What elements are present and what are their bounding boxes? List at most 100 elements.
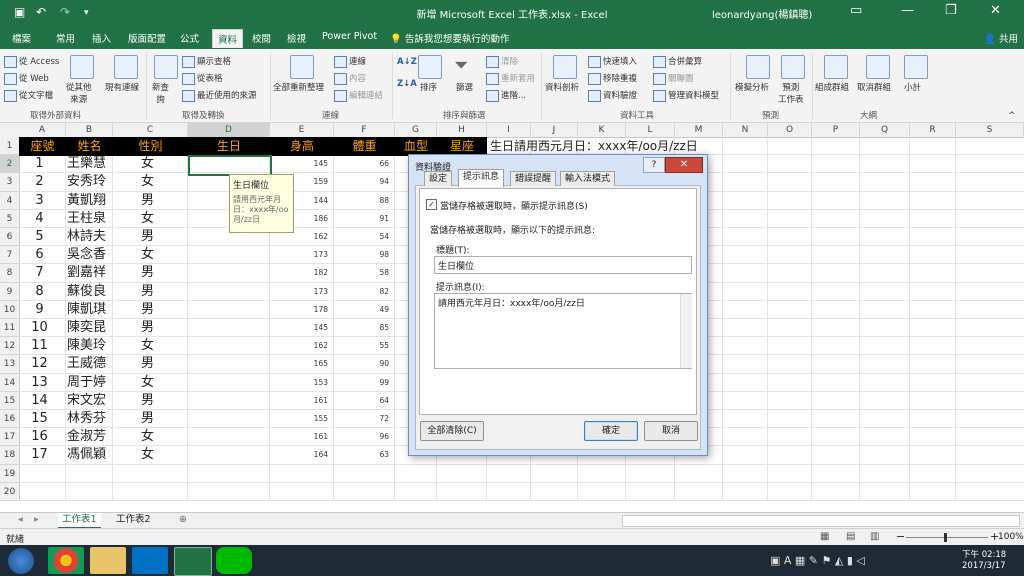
- reapply-button[interactable]: 重新套用: [486, 72, 535, 85]
- row-header[interactable]: 3: [0, 173, 20, 192]
- tray-icons[interactable]: ▣ A ▦ ✎ ⚑ ◭ ▮ ◁: [770, 554, 865, 567]
- cell-name[interactable]: 金淑芳: [66, 428, 107, 446]
- ungroup-button[interactable]: 取消群組: [857, 81, 891, 93]
- column-header-g[interactable]: G: [395, 123, 437, 138]
- cell-h[interactable]: 182: [270, 264, 328, 282]
- cell-n[interactable]: 15: [19, 410, 60, 428]
- column-header-c[interactable]: C: [113, 123, 188, 138]
- tab-review[interactable]: 校閱: [252, 31, 271, 45]
- show-message-label[interactable]: 當儲存格被選取時，顯示提示訊息(S): [440, 199, 588, 212]
- tab-insert[interactable]: 插入: [92, 31, 111, 45]
- dialog-tab-settings[interactable]: 設定: [424, 171, 453, 186]
- cell-n[interactable]: 12: [19, 355, 60, 373]
- cell-name[interactable]: 馮佩穎: [66, 446, 107, 464]
- row-header[interactable]: 14: [0, 373, 20, 392]
- cell-w[interactable]: 54: [334, 228, 389, 246]
- header-cell[interactable]: 體重: [334, 137, 395, 156]
- row-header[interactable]: 17: [0, 428, 20, 447]
- forecast-sheet-button[interactable]: 預測 工作表: [778, 81, 804, 105]
- collapse-ribbon-icon[interactable]: ^: [1008, 111, 1016, 121]
- cell-w[interactable]: 90: [334, 355, 389, 373]
- row-header[interactable]: 5: [0, 209, 20, 228]
- cell-name[interactable]: 宋文宏: [66, 392, 107, 410]
- cell-w[interactable]: 99: [334, 374, 389, 392]
- row-header[interactable]: 8: [0, 264, 20, 283]
- cell-sex[interactable]: 男: [113, 228, 182, 246]
- cell-n[interactable]: 6: [19, 246, 60, 264]
- cell-n[interactable]: 16: [19, 428, 60, 446]
- row-header[interactable]: 6: [0, 228, 20, 247]
- dialog-tab-ime-mode[interactable]: 輸入法模式: [560, 171, 616, 186]
- cell-name[interactable]: 蘇俊良: [66, 283, 107, 301]
- row-header[interactable]: 4: [0, 191, 20, 210]
- cell-sex[interactable]: 男: [113, 319, 182, 337]
- existing-connections-button[interactable]: 現有連線: [105, 81, 139, 93]
- advanced-button[interactable]: 進階...: [486, 89, 526, 102]
- row-header[interactable]: 2: [0, 155, 20, 174]
- tab-page-layout[interactable]: 版面配置: [128, 31, 166, 45]
- cell-name[interactable]: 林詩夫: [66, 228, 107, 246]
- column-header-o[interactable]: O: [768, 123, 812, 138]
- tab-home[interactable]: 常用: [56, 31, 75, 45]
- row-header[interactable]: 18: [0, 446, 20, 465]
- tab-view[interactable]: 檢視: [287, 31, 306, 45]
- chrome-icon[interactable]: [48, 547, 84, 574]
- clear-all-button[interactable]: 全部清除(C): [420, 421, 484, 441]
- cell-sex[interactable]: 女: [113, 155, 182, 173]
- cell-w[interactable]: 96: [334, 428, 389, 446]
- group-button[interactable]: 組成群組: [815, 81, 849, 93]
- cell-w[interactable]: 58: [334, 264, 389, 282]
- column-header-h[interactable]: H: [437, 123, 487, 138]
- cell-n[interactable]: 1: [19, 155, 60, 173]
- message-textarea[interactable]: 請用西元年月日：xxxx年/oo月/zz日: [434, 293, 692, 369]
- header-cell[interactable]: 生日: [188, 137, 270, 156]
- cell-n[interactable]: 14: [19, 392, 60, 410]
- column-header-n[interactable]: N: [723, 123, 768, 138]
- cell-w[interactable]: 55: [334, 337, 389, 355]
- select-all-corner[interactable]: [0, 123, 20, 138]
- manage-data-model-button[interactable]: 管理資料模型: [653, 89, 719, 102]
- cell-sex[interactable]: 女: [113, 246, 182, 264]
- outlook-icon[interactable]: [132, 547, 168, 574]
- cell-n[interactable]: 8: [19, 283, 60, 301]
- cell-w[interactable]: 94: [334, 173, 389, 191]
- cell-h[interactable]: 145: [270, 155, 328, 173]
- header-cell[interactable]: 身高: [270, 137, 334, 156]
- cell-h[interactable]: 153: [270, 374, 328, 392]
- text-to-columns-button[interactable]: 資料剖析: [545, 81, 579, 93]
- other-sources-button[interactable]: 從其他 來源: [66, 81, 92, 105]
- column-header-s[interactable]: S: [956, 123, 1024, 138]
- cell-n[interactable]: 5: [19, 228, 60, 246]
- from-access-button[interactable]: 從 Access: [4, 55, 59, 68]
- cell-w[interactable]: 85: [334, 319, 389, 337]
- cell-sex[interactable]: 男: [113, 301, 182, 319]
- edit-links-button[interactable]: 編輯連結: [334, 89, 383, 102]
- sort-button[interactable]: 排序: [420, 81, 437, 93]
- cell-name[interactable]: 周于婷: [66, 374, 107, 392]
- dialog-close-button[interactable]: ✕: [665, 157, 703, 173]
- column-header-p[interactable]: P: [812, 123, 860, 138]
- header-cell[interactable]: 性別: [113, 137, 188, 156]
- tell-me-box[interactable]: 💡 告訴我您想要執行的動作: [390, 31, 509, 45]
- column-header-j[interactable]: J: [531, 123, 578, 138]
- row-header[interactable]: 11: [0, 319, 20, 338]
- consolidate-button[interactable]: 合併彙算: [653, 55, 702, 68]
- cell-h[interactable]: 161: [270, 428, 328, 446]
- cell-h[interactable]: 161: [270, 392, 328, 410]
- cell-name[interactable]: 劉嘉祥: [66, 264, 107, 282]
- row-header[interactable]: 15: [0, 391, 20, 410]
- header-cell[interactable]: 姓名: [66, 137, 113, 156]
- help-icon[interactable]: ?: [643, 157, 665, 173]
- cell-sex[interactable]: 女: [113, 428, 182, 446]
- tab-formulas[interactable]: 公式: [180, 31, 199, 45]
- cell-h[interactable]: 165: [270, 355, 328, 373]
- column-header-b[interactable]: B: [66, 123, 113, 138]
- cell-sex[interactable]: 男: [113, 355, 182, 373]
- dialog-tab-input-message[interactable]: 提示訊息: [458, 169, 505, 187]
- cell-sex[interactable]: 男: [113, 283, 182, 301]
- cell-n[interactable]: 13: [19, 374, 60, 392]
- new-query-button[interactable]: 新查 詢: [152, 81, 169, 105]
- from-text-button[interactable]: 從文字檔: [4, 89, 53, 102]
- relationships-button[interactable]: 關聯圖: [653, 72, 694, 85]
- page-layout-view-icon[interactable]: ▤: [846, 531, 855, 542]
